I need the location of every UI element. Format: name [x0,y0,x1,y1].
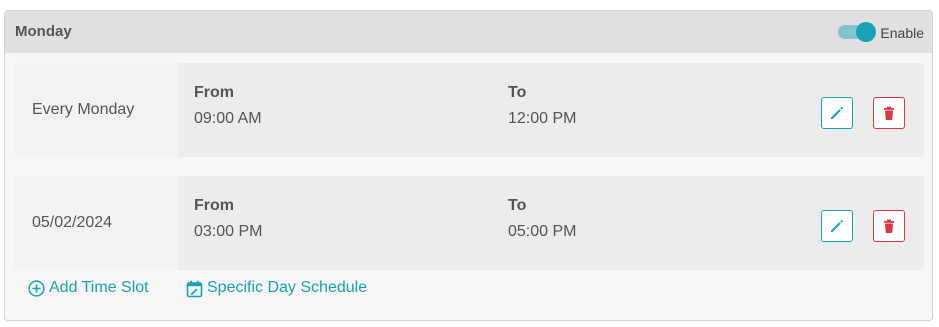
add-time-slot-label: Add Time Slot [49,279,149,296]
time-slot-row: Every Monday From 09:00 AM To 12:00 PM [14,63,924,157]
specific-day-schedule-label: Specific Day Schedule [207,279,368,296]
trash-icon [884,219,894,233]
edit-slot-button[interactable] [821,210,853,242]
plus-circle-icon [28,280,45,297]
to-time: 05:00 PM [508,223,577,240]
enable-toggle[interactable] [838,22,876,42]
toggle-knob [856,22,876,42]
time-slot-row: 05/02/2024 From 03:00 PM To 05:00 PM [14,176,924,270]
card-header: Monday Enable [5,11,932,53]
from-time: 03:00 PM [194,223,263,240]
delete-slot-button[interactable] [873,210,905,242]
specific-day-schedule-link[interactable]: Specific Day Schedule [186,279,396,299]
slot-recurrence-label: 05/02/2024 [32,214,113,231]
from-header: From [194,84,234,101]
delete-slot-button[interactable] [873,97,905,129]
slot-recurrence-label: Every Monday [32,101,135,118]
trash-icon [884,106,894,120]
from-time: 09:00 AM [194,110,262,127]
day-title: Monday [15,23,72,40]
slot-times: From 09:00 AM To 12:00 PM [178,63,924,157]
from-header: From [194,197,234,214]
enable-label: Enable [880,25,924,41]
to-header: To [508,197,527,214]
slot-recurrence: 05/02/2024 [14,176,178,270]
slot-recurrence: Every Monday [14,63,178,157]
add-time-slot-link[interactable]: Add Time Slot [28,279,168,299]
day-schedule-card: Monday Enable Every Monday From 09:00 AM… [4,10,933,321]
to-header: To [508,84,527,101]
edit-slot-button[interactable] [821,97,853,129]
pencil-icon [831,220,843,232]
slot-times: From 03:00 PM To 05:00 PM [178,176,924,270]
pencil-icon [831,107,843,119]
to-time: 12:00 PM [508,110,577,127]
calendar-edit-icon [186,280,203,298]
